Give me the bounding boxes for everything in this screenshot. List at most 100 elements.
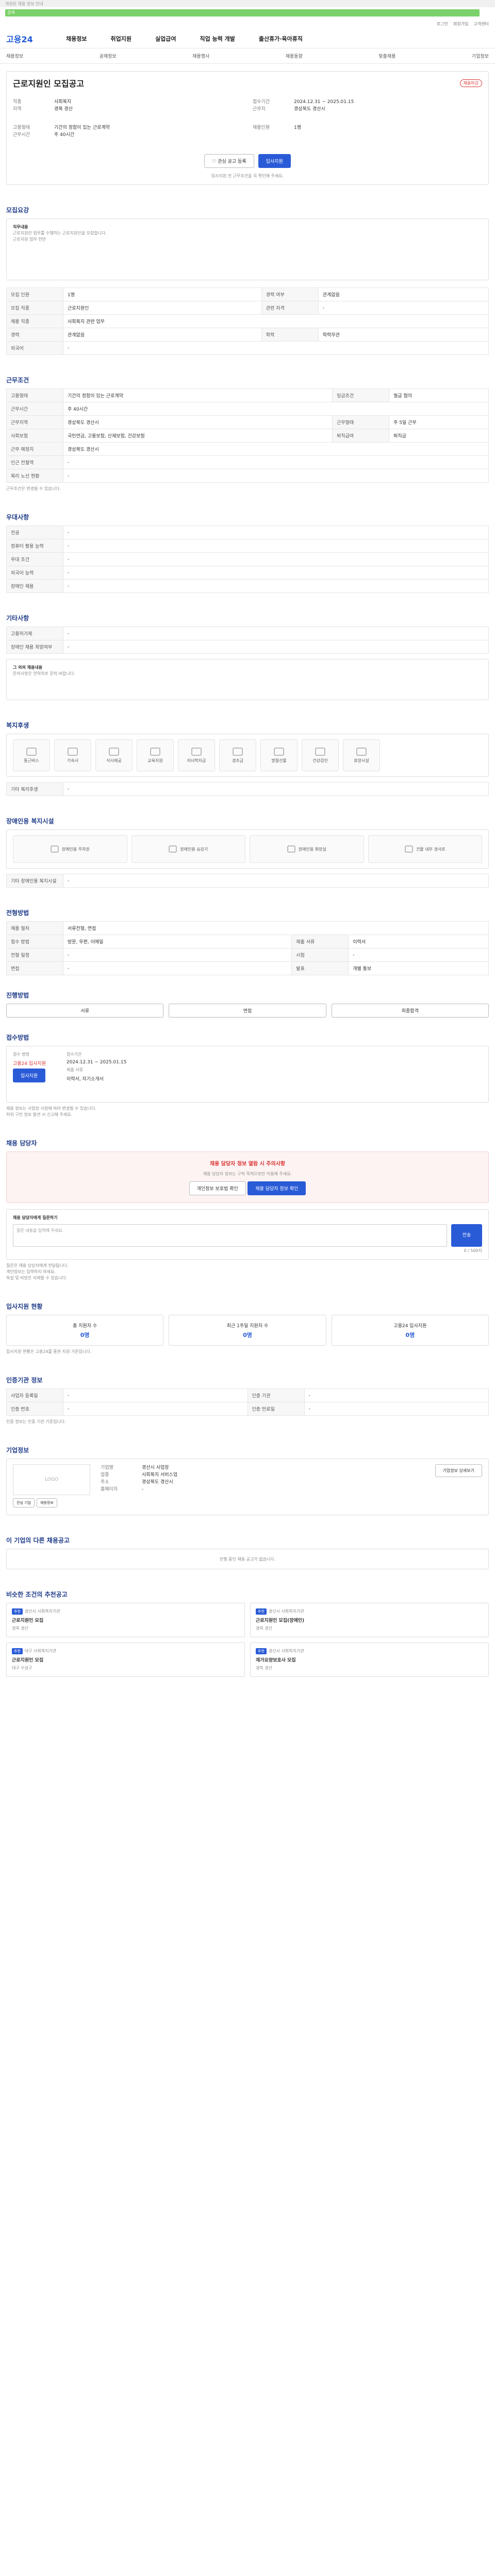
welfare-icon: [109, 747, 119, 756]
alert-title: 채용 담당자 정보 열람 시 주의사항: [209, 1161, 286, 1167]
cell-value: 관계없음: [63, 328, 262, 342]
login-link[interactable]: 로그인: [437, 21, 448, 27]
field-value: 1명: [294, 125, 302, 130]
manager-note: 개인정보는 입력하지 마세요.: [6, 1269, 56, 1274]
welfare-tile: 통근버스: [13, 739, 50, 771]
section-title: 복지후생: [6, 722, 29, 729]
cell-label: 시험: [291, 948, 349, 962]
apply-box: 접수 방법 고용24 입사지원 입사지원 접수기간 2024.12.31 ~ 2…: [6, 1046, 489, 1103]
company-label: 주소: [101, 1480, 109, 1485]
similar-job-card[interactable]: 추천 경산시 사회복지기관 근로지원인 모집 경북 경산: [6, 1603, 245, 1637]
cell-label: 퇴직급여: [332, 429, 390, 443]
gnb-menu-leave[interactable]: 출산휴가·육아휴직: [259, 35, 303, 43]
field-label: 접수기간: [253, 99, 270, 105]
welfare-tiles: 통근버스 기숙사 식사제공 교육지원 자녀학자금 경조금 명절선물 건강검진 휴양시설: [13, 739, 482, 771]
subnav-item[interactable]: 맞춤채용: [378, 53, 395, 59]
signup-link[interactable]: 회원가입: [453, 21, 468, 27]
utility-bar: 로그인 회원가입 고객센터: [0, 19, 495, 29]
cell-label: 인증 기관: [247, 1388, 305, 1402]
facility-icon: [404, 845, 413, 853]
facility-label: 장애인용 주차장: [61, 846, 90, 852]
welfare-label: 통근버스: [24, 758, 39, 763]
stat-value: 0명: [243, 1331, 252, 1338]
gnb-menu-benefit[interactable]: 실업급여: [155, 35, 176, 43]
welfare-label: 교육지원: [147, 758, 163, 763]
manager-info-button[interactable]: 채용 담당자 정보 확인: [248, 1181, 306, 1195]
similar-job-card[interactable]: 추천 경산시 사회복지기관 근로지원인 모집(장애인) 경북 경산: [250, 1603, 489, 1637]
disability-tile: 장애인용 주차장: [13, 835, 127, 863]
subnav-item[interactable]: 공채정보: [100, 53, 117, 59]
status-badge: 채용마감: [459, 79, 482, 87]
cell-label: 제출 서류: [291, 935, 349, 948]
question-submit-button[interactable]: 전송: [451, 1224, 482, 1247]
similar-section: 비슷한 조건의 추천공고 추천 경산시 사회복지기관 근로지원인 모집 경북 경산 추천…: [6, 1590, 489, 1677]
welfare-icon: [233, 747, 243, 756]
welfare-tile: 기숙사: [54, 739, 91, 771]
similar-cards: 추천 경산시 사회복지기관 근로지원인 모집 경북 경산 추천 경산시 사회복지기관 근로지…: [6, 1603, 489, 1677]
question-count: 0 / 500자: [464, 1248, 482, 1253]
field-label: 근무시간: [13, 132, 30, 138]
favorite-button[interactable]: ♡ 관심 공고 등록: [204, 154, 254, 168]
cell-value: -: [63, 1388, 248, 1402]
facility-label: 장애인용 화장실: [298, 846, 326, 852]
gnb-menu-support[interactable]: 취업지원: [110, 35, 131, 43]
welfare-label: 기숙사: [67, 758, 79, 763]
cell-value: -: [63, 1402, 248, 1416]
cell-value: -: [63, 539, 489, 553]
question-box: 채용 담당자에게 질문하기 질문 내용을 입력해 주세요. 전송 0 / 500…: [6, 1209, 489, 1260]
table-row: 전공 -: [6, 526, 489, 539]
summary-box: 직무내용 근로지원인 업무를 수행하는 근로지원인을 모집합니다. 근로지원 업…: [6, 218, 489, 280]
auth-table: 사업자 등록일 - 인증 기관 - 인증 번호 - 인증 만료일 -: [6, 1388, 489, 1416]
card-tag: 추천: [256, 1608, 267, 1615]
manager-note: 질문은 채용 담당자에게 전달됩니다.: [6, 1263, 69, 1268]
detail-table: 모집 인원 1명 경력 여부 관계없음 모집 직종 근로지원인 관련 자격 - 채용 직종 사회복…: [6, 287, 489, 355]
disability-misc: 기타 장애인용 복지시설 -: [6, 874, 489, 888]
process-section: 전형방법 채용 절차 서류전형, 면접 접수 방법 방문, 우편, 이메일 제출 서류 이…: [6, 908, 489, 975]
cell-value: -: [63, 566, 489, 580]
company-fav-button[interactable]: 관심 기업: [13, 1498, 35, 1507]
table-row: 전형 일정 - 시험 -: [6, 948, 489, 962]
cell-label: 채용 절차: [6, 921, 63, 935]
section-title: 인증기관 정보: [6, 1377, 43, 1384]
welfare-icon: [150, 747, 160, 756]
cell-label: 장애인 채용: [6, 579, 63, 593]
gnb-menu-training[interactable]: 직업 능력 개발: [200, 35, 235, 43]
cell-value: -: [304, 1402, 489, 1416]
subnav-item[interactable]: 기업정보: [472, 53, 489, 59]
cell-value: -: [63, 640, 489, 654]
cell-label: 면접: [6, 961, 63, 975]
cell-label: 복리 노선 현황: [6, 469, 63, 483]
privacy-button[interactable]: 개인정보 보호법 확인: [189, 1181, 246, 1195]
similar-job-card[interactable]: 추천 대구 사회복지기관 근로지원인 모집 대구 수성구: [6, 1642, 245, 1677]
apply-submit-button[interactable]: 입사지원: [13, 1069, 46, 1082]
cell-value: -: [63, 526, 489, 539]
subnav-item[interactable]: 채용행사: [192, 53, 209, 59]
section-title: 채용 담당자: [6, 1140, 37, 1147]
company-jobs-button[interactable]: 채용정보: [37, 1498, 57, 1507]
gnb-menu-jobs[interactable]: 채용정보: [66, 35, 87, 43]
summary-line: 근로지원 업무 전반: [13, 237, 46, 242]
section-title: 근무조건: [6, 377, 29, 384]
cell-label: 학력: [261, 328, 319, 342]
facility-icon: [287, 845, 295, 853]
apply-section: 접수방법 접수 방법 고용24 입사지원 입사지원 접수기간 2024.12.3…: [6, 1033, 489, 1118]
welfare-label: 경조금: [232, 758, 244, 763]
job-header: 근로지원인 모집공고 채용마감 직종 사회복지 지역 경북 경산 접수기간 2024.…: [6, 71, 489, 185]
company-box: LOGO 관심 기업 채용정보 기업명 경산시 사업장 업종 사회복지 서비스업 주소 경…: [6, 1459, 489, 1515]
subnav-item[interactable]: 채용정보: [6, 53, 23, 59]
company-more-button[interactable]: 기업정보 상세보기: [435, 1464, 482, 1477]
search-input[interactable]: 검색: [5, 9, 480, 16]
question-input[interactable]: 질문 내용을 입력해 주세요.: [13, 1224, 447, 1247]
cell-value: -: [318, 301, 489, 315]
apply-button[interactable]: 입사지원: [258, 154, 291, 168]
stat-label: 최근 1주일 지원자 수: [226, 1323, 269, 1329]
subnav-item[interactable]: 채용동향: [286, 53, 303, 59]
site-logo[interactable]: 고용24: [6, 32, 42, 45]
cell-label: 채용 직종: [6, 314, 63, 328]
section-title: 비슷한 조건의 추천공고: [6, 1591, 68, 1598]
welfare-box: 통근버스 기숙사 식사제공 교육지원 자녀학자금 경조금 명절선물 건강검진 휴양시설: [6, 734, 489, 777]
help-link[interactable]: 고객센터: [474, 21, 489, 27]
similar-job-card[interactable]: 추천 경산시 사회복지기관 재가요양보호사 모집 경북 경산: [250, 1642, 489, 1677]
global-nav: 고용24 채용정보 취업지원 실업급여 직업 능력 개발 출산휴가·육아휴직: [0, 29, 495, 48]
welfare-tile: 식사제공: [95, 739, 133, 771]
